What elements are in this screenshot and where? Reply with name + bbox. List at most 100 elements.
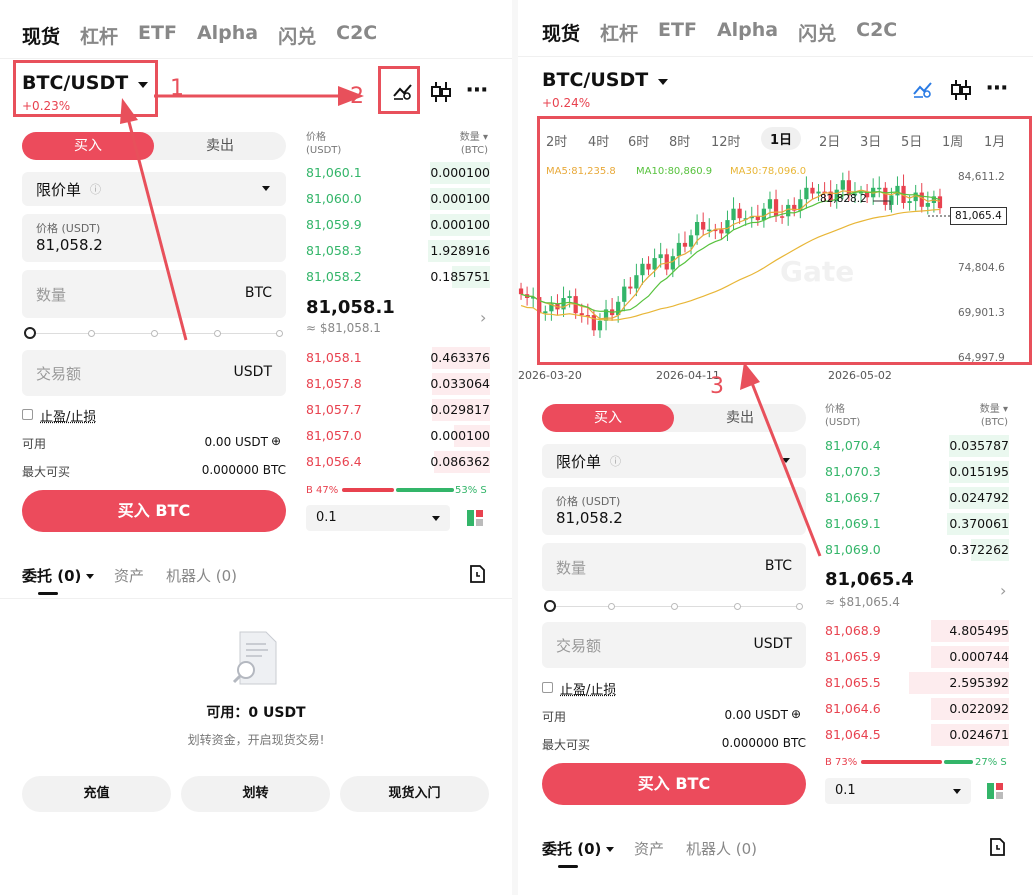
- right-screenshot: 现货 杠杆 ETF Alpha 闪兑 C2C BTC/USDT +0.24% ⋯…: [518, 0, 1033, 895]
- depth-select[interactable]: 0.1: [306, 505, 450, 531]
- ask-row[interactable]: 81,069.7 0.024792: [825, 485, 1009, 511]
- slider-handle[interactable]: [24, 327, 36, 339]
- ob-qty-header[interactable]: 数量 ▾ (BTC): [430, 131, 488, 157]
- price-input[interactable]: 价格 (USDT) 81,058.2: [542, 487, 806, 535]
- tab-c2c[interactable]: C2C: [856, 19, 897, 46]
- tab-margin[interactable]: 杠杆: [600, 19, 638, 46]
- bid-row[interactable]: 81,058.1 0.463376: [306, 345, 490, 371]
- ask-row[interactable]: 81,069.0 0.372262: [825, 537, 1009, 563]
- ask-qty: 0.000100: [430, 217, 490, 232]
- pair-selector[interactable]: BTC/USDT: [542, 69, 669, 91]
- ask-row[interactable]: 81,058.2 0.185751: [306, 264, 490, 290]
- chevron-right-icon[interactable]: ›: [1000, 581, 1006, 600]
- quantity-input[interactable]: 数量 BTC: [542, 543, 806, 591]
- more-icon[interactable]: ⋯: [986, 76, 1008, 101]
- divider: [0, 58, 512, 59]
- tab-etf[interactable]: ETF: [658, 19, 697, 46]
- tab-spot[interactable]: 现货: [22, 22, 60, 49]
- ask-row[interactable]: 81,060.0 0.000100: [306, 186, 490, 212]
- order-type-select[interactable]: 限价单 ⓘ: [542, 444, 806, 478]
- tab-swap[interactable]: 闪兑: [278, 22, 316, 49]
- slider-handle[interactable]: [544, 600, 556, 612]
- tab-alpha[interactable]: Alpha: [717, 19, 778, 46]
- bid-row[interactable]: 81,057.8 0.033064: [306, 371, 490, 397]
- sell-tab[interactable]: 卖出: [674, 404, 806, 432]
- tab-bots[interactable]: 机器人 (0): [166, 565, 237, 586]
- chevron-right-icon[interactable]: ›: [480, 308, 486, 327]
- layout-icon[interactable]: [986, 782, 1004, 800]
- transfer-button[interactable]: 划转: [181, 776, 330, 812]
- order-type-select[interactable]: 限价单 ⓘ: [22, 172, 286, 206]
- bid-qty: 0.029817: [430, 402, 490, 417]
- candlestick-icon[interactable]: [430, 80, 452, 109]
- tab-assets[interactable]: 资产: [114, 565, 144, 586]
- quantity-placeholder: 数量: [36, 286, 67, 304]
- tpsl-label[interactable]: 止盈/止损: [560, 679, 616, 698]
- layout-icon[interactable]: [466, 509, 484, 527]
- slider-step[interactable]: [214, 330, 221, 337]
- quantity-unit: BTC: [244, 285, 272, 301]
- tab-assets[interactable]: 资产: [634, 838, 664, 859]
- ask-row[interactable]: 81,060.1 0.000100: [306, 160, 490, 186]
- add-funds-icon[interactable]: ⊕: [271, 434, 281, 448]
- bid-row[interactable]: 81,065.5 2.595392: [825, 670, 1009, 696]
- chevron-down-icon: [658, 78, 669, 85]
- bid-row[interactable]: 81,064.6 0.022092: [825, 696, 1009, 722]
- ask-row[interactable]: 81,059.9 0.000100: [306, 212, 490, 238]
- amount-input[interactable]: 交易额 USDT: [542, 622, 806, 668]
- more-icon[interactable]: ⋯: [466, 78, 489, 103]
- bid-price: 81,064.6: [825, 701, 881, 716]
- tab-orders[interactable]: 委托 (0): [542, 838, 615, 859]
- order-history-icon[interactable]: [988, 837, 1006, 861]
- ask-row[interactable]: 81,058.3 1.928916: [306, 238, 490, 264]
- slider-step[interactable]: [734, 603, 741, 610]
- ask-row[interactable]: 81,070.3 0.015195: [825, 459, 1009, 485]
- buy-tab[interactable]: 买入: [22, 132, 154, 160]
- slider-step[interactable]: [88, 330, 95, 337]
- bid-row[interactable]: 81,057.0 0.000100: [306, 423, 490, 449]
- bid-row[interactable]: 81,068.9 4.805495: [825, 618, 1009, 644]
- price-input[interactable]: 价格 (USDT) 81,058.2: [22, 214, 286, 262]
- depth-select[interactable]: 0.1: [825, 778, 971, 804]
- ask-row[interactable]: 81,070.4 0.035787: [825, 433, 1009, 459]
- bid-row[interactable]: 81,064.5 0.024671: [825, 722, 1009, 748]
- chart-toggle-icon[interactable]: [912, 78, 934, 105]
- slider-step[interactable]: [796, 603, 803, 610]
- slider-step[interactable]: [151, 330, 158, 337]
- add-funds-icon[interactable]: ⊕: [791, 707, 801, 721]
- quantity-input[interactable]: 数量 BTC: [22, 270, 286, 318]
- bid-qty: 0.024671: [949, 727, 1009, 742]
- ob-qty-header[interactable]: 数量 ▾ (BTC): [950, 403, 1008, 429]
- amount-input[interactable]: 交易额 USDT: [22, 350, 286, 396]
- slider-step[interactable]: [276, 330, 283, 337]
- bid-row[interactable]: 81,056.4 0.086362: [306, 449, 490, 475]
- tpsl-checkbox[interactable]: [22, 409, 33, 420]
- buy-btc-button[interactable]: 买入 BTC: [542, 763, 806, 805]
- tab-swap[interactable]: 闪兑: [798, 19, 836, 46]
- buy-tab[interactable]: 买入: [542, 404, 674, 432]
- ask-qty: 0.185751: [430, 269, 490, 284]
- ask-row[interactable]: 81,069.1 0.370061: [825, 511, 1009, 537]
- tab-alpha[interactable]: Alpha: [197, 22, 258, 49]
- slider-step[interactable]: [671, 603, 678, 610]
- ask-qty: 0.370061: [949, 516, 1009, 531]
- tab-c2c[interactable]: C2C: [336, 22, 377, 49]
- ask-qty: 0.000100: [430, 191, 490, 206]
- ask-qty: 1.928916: [430, 243, 490, 258]
- tab-margin[interactable]: 杠杆: [80, 22, 118, 49]
- bid-row[interactable]: 81,057.7 0.029817: [306, 397, 490, 423]
- tab-etf[interactable]: ETF: [138, 22, 177, 49]
- tpsl-checkbox[interactable]: [542, 682, 553, 693]
- buy-btc-button[interactable]: 买入 BTC: [22, 490, 286, 532]
- candlestick-icon[interactable]: [950, 78, 972, 107]
- tab-orders[interactable]: 委托 (0): [22, 565, 95, 586]
- deposit-button[interactable]: 充值: [22, 776, 171, 812]
- slider-step[interactable]: [608, 603, 615, 610]
- tab-spot[interactable]: 现货: [542, 19, 580, 46]
- tab-bots[interactable]: 机器人 (0): [686, 838, 757, 859]
- order-history-icon[interactable]: [468, 564, 486, 588]
- tpsl-label[interactable]: 止盈/止损: [40, 406, 96, 425]
- sell-tab[interactable]: 卖出: [154, 132, 286, 160]
- bid-row[interactable]: 81,065.9 0.000744: [825, 644, 1009, 670]
- spot-guide-button[interactable]: 现货入门: [340, 776, 489, 812]
